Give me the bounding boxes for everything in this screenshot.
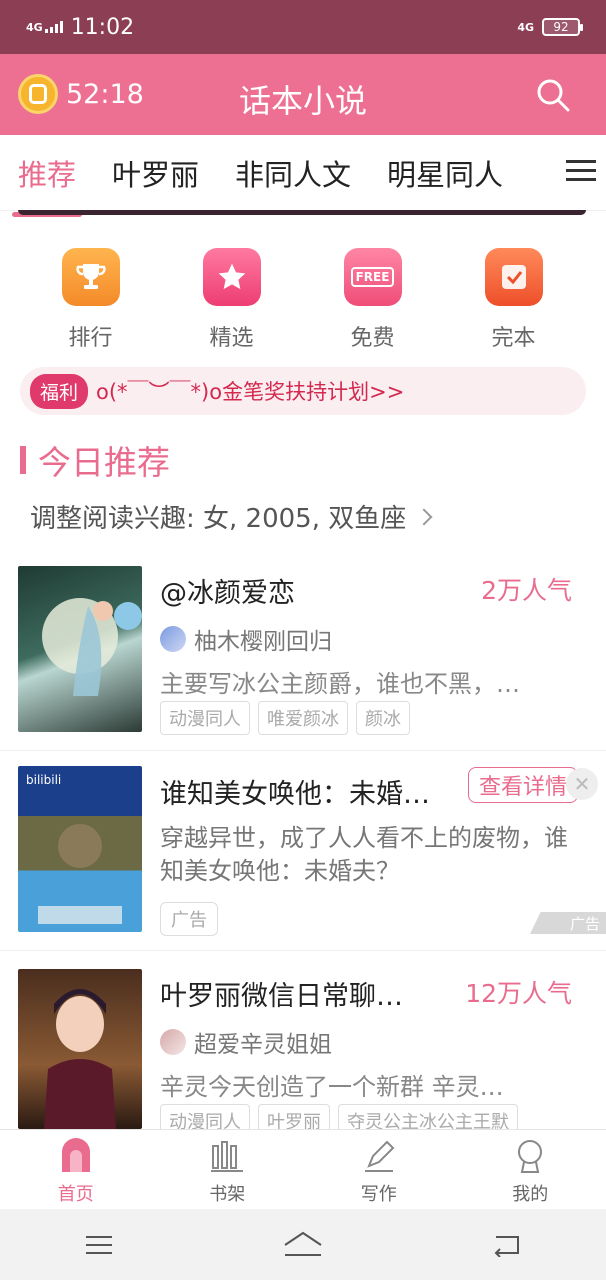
network-indicator-right: 4G bbox=[517, 20, 534, 34]
bottom-nav: 首页 书架 写作 我的 bbox=[0, 1129, 606, 1209]
divider bbox=[0, 950, 606, 951]
welfare-badge: 福利 bbox=[30, 373, 89, 409]
book-title: 叶罗丽微信日常聊… bbox=[160, 981, 403, 1012]
search-icon[interactable] bbox=[536, 78, 570, 112]
system-nav-bar bbox=[0, 1209, 606, 1280]
author-name: 柚木樱刚回归 bbox=[194, 629, 332, 655]
network-indicator: 4G bbox=[26, 20, 43, 34]
book-cover bbox=[18, 566, 142, 732]
profile-icon bbox=[518, 1140, 543, 1173]
ad-tag: 广告 bbox=[160, 902, 218, 936]
status-time: 11:02 bbox=[70, 14, 135, 40]
nav-home[interactable]: 首页 bbox=[0, 1130, 152, 1209]
welfare-banner[interactable]: 福利 o(*￣︶￣*)o金笔奖扶持计划>> bbox=[20, 367, 586, 415]
nav-label: 书架 bbox=[209, 1184, 246, 1205]
book-popularity: 2万人气 bbox=[481, 576, 572, 605]
interest-text: 调整阅读兴趣: 女, 2005, 双鱼座 bbox=[30, 504, 407, 534]
menu-icon[interactable] bbox=[84, 1233, 114, 1257]
nav-bookshelf[interactable]: 书架 bbox=[152, 1130, 304, 1209]
tab-original[interactable]: 非同人文 bbox=[217, 152, 369, 194]
check-icon bbox=[484, 248, 543, 306]
coin-timer-icon bbox=[18, 74, 58, 114]
tab-recommend[interactable]: 推荐 bbox=[0, 152, 94, 217]
book-popularity: 12万人气 bbox=[465, 979, 572, 1008]
app-header: 话本小说 52:18 bbox=[0, 54, 606, 135]
book-cover bbox=[18, 969, 142, 1129]
trophy-icon bbox=[61, 248, 120, 306]
banner-image[interactable] bbox=[18, 210, 586, 215]
book-card[interactable]: 叶罗丽微信日常聊… 12万人气 超爱辛灵姐姐 辛灵今天创造了一个新群 辛灵… 动… bbox=[0, 969, 606, 1138]
book-author: 柚木樱刚回归 bbox=[160, 622, 332, 656]
ad-mark: 广告 bbox=[530, 912, 606, 934]
timer-value: 52:18 bbox=[66, 78, 144, 110]
book-title: @冰颜爱恋 bbox=[160, 578, 295, 609]
battery-icon: 92 bbox=[542, 18, 583, 36]
quick-nav-label: 排行 bbox=[68, 326, 113, 351]
battery-level: 92 bbox=[553, 20, 569, 34]
quick-nav: 排行 精选 FREE 免费 完本 bbox=[0, 248, 606, 352]
chevron-right-icon bbox=[415, 508, 433, 525]
tag[interactable]: 唯爱颜冰 bbox=[258, 701, 348, 735]
status-bar: 4G 11:02 4G 92 bbox=[0, 0, 606, 54]
nav-label: 我的 bbox=[512, 1184, 549, 1205]
view-details-button[interactable]: 查看详情 bbox=[468, 767, 578, 803]
quick-nav-ranking[interactable]: 排行 bbox=[20, 248, 161, 352]
close-icon[interactable]: ✕ bbox=[566, 768, 598, 800]
book-description: 辛灵今天创造了一个新群 辛灵… bbox=[160, 1073, 504, 1101]
back-icon[interactable] bbox=[492, 1233, 522, 1257]
nav-label: 首页 bbox=[57, 1184, 94, 1205]
ad-image: bilibili bbox=[18, 766, 142, 932]
reading-timer[interactable]: 52:18 bbox=[18, 74, 144, 114]
tab-star-fanfic[interactable]: 明星同人 bbox=[369, 152, 521, 194]
tab-yeluoli[interactable]: 叶罗丽 bbox=[94, 152, 217, 194]
svg-text:bilibili: bilibili bbox=[26, 773, 61, 787]
section-bar bbox=[20, 446, 26, 474]
section-title-text: 今日推荐 bbox=[38, 443, 170, 482]
quick-nav-label: 免费 bbox=[350, 326, 395, 351]
author-name: 超爱辛灵姐姐 bbox=[194, 1032, 332, 1058]
bookshelf-icon bbox=[211, 1141, 244, 1172]
book-description: 主要写冰公主颜爵，谁也不黑，… bbox=[160, 670, 520, 698]
ad-title: 谁知美女唤他：未婚… bbox=[160, 779, 430, 810]
tag[interactable]: 动漫同人 bbox=[160, 701, 250, 735]
ad-description: 穿越异世，成了人人看不上的废物，谁知美女唤他：未婚夫？ bbox=[160, 824, 568, 885]
home-button-icon[interactable] bbox=[283, 1231, 323, 1259]
avatar bbox=[160, 1029, 186, 1055]
book-author: 超爱辛灵姐姐 bbox=[160, 1025, 332, 1059]
category-tabs: 推荐 叶罗丽 非同人文 明星同人 bbox=[0, 135, 606, 217]
welfare-text: o(*￣︶￣*)o金笔奖扶持计划>> bbox=[96, 380, 405, 404]
nav-write[interactable]: 写作 bbox=[303, 1130, 455, 1209]
quick-nav-label: 完本 bbox=[491, 326, 536, 351]
home-icon bbox=[61, 1138, 90, 1172]
free-badge: FREE bbox=[350, 267, 395, 287]
quick-nav-featured[interactable]: 精选 bbox=[161, 248, 302, 352]
star-icon bbox=[202, 248, 261, 306]
quick-nav-free[interactable]: FREE 免费 bbox=[302, 248, 443, 352]
quick-nav-completed[interactable]: 完本 bbox=[443, 248, 584, 352]
tag[interactable]: 颜冰 bbox=[356, 701, 410, 735]
nav-profile[interactable]: 我的 bbox=[455, 1130, 606, 1209]
menu-icon[interactable] bbox=[566, 160, 596, 186]
book-tags: 动漫同人 唯爱颜冰 颜冰 bbox=[160, 701, 410, 735]
quick-nav-label: 精选 bbox=[209, 326, 254, 351]
divider bbox=[0, 750, 606, 751]
book-card[interactable]: @冰颜爱恋 2万人气 柚木樱刚回归 主要写冰公主颜爵，谁也不黑，… 动漫同人 唯… bbox=[0, 566, 606, 751]
free-icon: FREE bbox=[343, 248, 402, 306]
signal-icon bbox=[44, 21, 63, 33]
nav-label: 写作 bbox=[360, 1184, 397, 1205]
interest-settings-link[interactable]: 调整阅读兴趣: 女, 2005, 双鱼座 bbox=[30, 498, 433, 535]
avatar bbox=[160, 626, 186, 652]
section-title: 今日推荐 bbox=[20, 436, 170, 484]
pen-icon bbox=[364, 1140, 395, 1172]
